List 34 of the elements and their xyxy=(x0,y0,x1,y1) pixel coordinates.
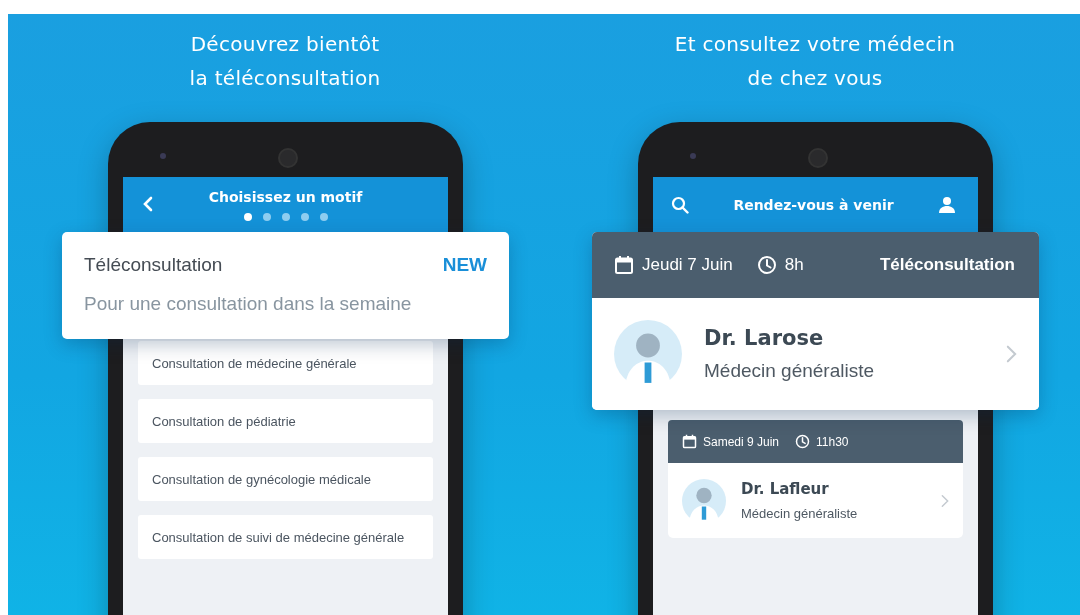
promo-heading: Découvrez bientôt la téléconsultation xyxy=(188,31,382,92)
appointment-time: 8h xyxy=(784,255,804,275)
clock-icon xyxy=(756,255,777,275)
reason-option[interactable]: Consultation de pédiatrie xyxy=(138,399,433,443)
doctor-card[interactable]: Dr. Larose Médecin généraliste xyxy=(592,298,1039,410)
new-label: NEW xyxy=(442,254,487,276)
screen-title: Rendez-vous à venir xyxy=(733,196,894,213)
doctor-card[interactable]: Dr. Lafleur Médecin généraliste xyxy=(668,463,963,538)
clock-icon xyxy=(795,434,811,449)
appointment-date: Samedi 9 Juin xyxy=(703,434,780,449)
reason-option[interactable]: Consultation de suivi de médecine générale xyxy=(138,515,433,559)
reason-option[interactable]: Consultation de médecine générale xyxy=(138,341,433,385)
doctor-name: Dr. Larose xyxy=(704,326,825,350)
screen-title: Choisissez un motif xyxy=(208,188,363,205)
user-icon[interactable] xyxy=(938,195,956,214)
back-icon[interactable] xyxy=(143,196,153,212)
card-title: Téléconsultation xyxy=(84,254,223,276)
sensor-icon xyxy=(160,153,166,159)
doctor-name: Dr. Lafleur xyxy=(741,480,830,498)
doctor-specialty: Médecin généraliste xyxy=(704,360,876,382)
teleconsultation-card[interactable]: Téléconsultation NEW Pour une consultation dans la semaine xyxy=(62,232,509,339)
avatar-icon xyxy=(682,478,726,523)
search-icon[interactable] xyxy=(671,195,689,214)
appointment-date: Jeudi 7 Juin xyxy=(642,255,733,275)
promo-heading: Et consultez votre médecin de chez vous xyxy=(673,31,957,92)
sensor-icon xyxy=(690,153,696,159)
doctor-specialty: Médecin généraliste xyxy=(741,506,859,521)
appointment-type: Téléconsultation xyxy=(879,255,1015,275)
calendar-icon xyxy=(682,434,697,449)
appointment-time: 11h30 xyxy=(816,434,849,449)
card-subtitle: Pour une consultation dans la semaine xyxy=(84,293,413,315)
avatar-icon xyxy=(614,320,682,388)
calendar-icon xyxy=(614,255,634,275)
reason-option[interactable]: Consultation de gynécologie médicale xyxy=(138,457,433,501)
